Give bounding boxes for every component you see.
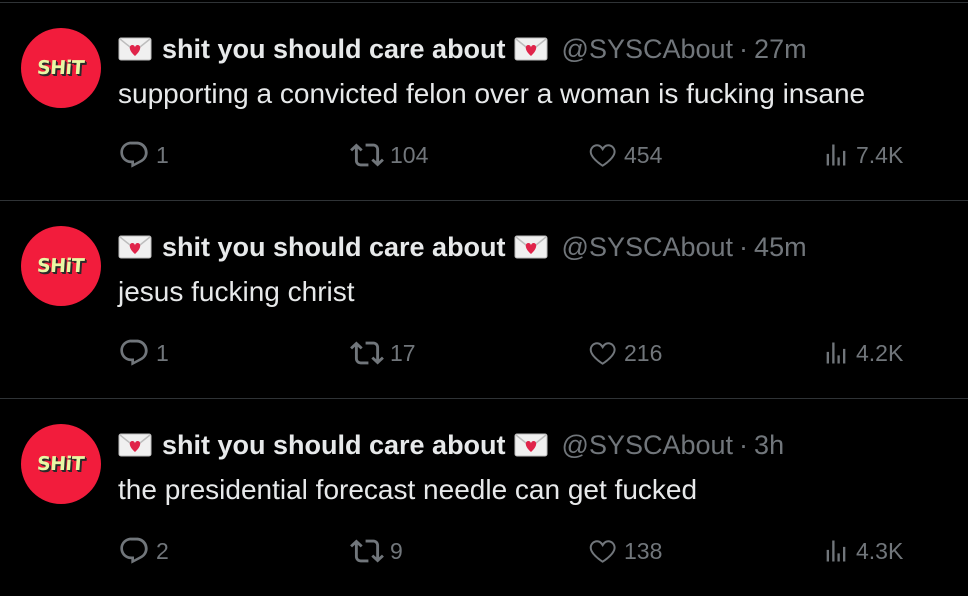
retweet-button[interactable]: 104 xyxy=(350,135,428,175)
tweet-header: shit you should care about @SYSCAbout · … xyxy=(118,427,784,463)
retweet-button[interactable]: 17 xyxy=(350,333,416,373)
love-letter-icon xyxy=(514,433,548,457)
retweet-icon xyxy=(350,539,384,563)
reply-bubble-icon xyxy=(120,537,148,564)
retweet-icon xyxy=(350,341,384,365)
love-letter-icon xyxy=(514,235,548,259)
reply-count: 1 xyxy=(156,141,169,168)
view-count: 4.3K xyxy=(856,537,904,564)
reply-button[interactable]: 2 xyxy=(118,531,169,571)
separator-dot: · xyxy=(739,430,749,460)
tweet[interactable]: SHiT shit you should care about @SYSCAbo… xyxy=(0,398,968,596)
view-count: 4.2K xyxy=(856,339,904,366)
views-bar-chart-icon xyxy=(826,342,846,364)
user-handle[interactable]: @SYSCAbout xyxy=(562,229,734,265)
timestamp[interactable]: 45m xyxy=(754,229,807,265)
reply-count: 1 xyxy=(156,339,169,366)
tweet-actions: 1 17 216 4.2K xyxy=(118,333,928,373)
tweet-actions: 2 9 138 4.3K xyxy=(118,531,928,571)
like-button[interactable]: 216 xyxy=(586,333,662,373)
retweet-count: 104 xyxy=(390,141,429,168)
separator-dot: · xyxy=(739,34,749,64)
heart-icon xyxy=(589,144,616,167)
tweet-text: supporting a convicted felon over a woma… xyxy=(118,78,866,109)
tweet-text: the presidential forecast needle can get… xyxy=(118,474,698,505)
tweet-header: shit you should care about @SYSCAbout · … xyxy=(118,229,807,265)
views-bar-chart-icon xyxy=(826,540,846,562)
retweet-count: 17 xyxy=(390,339,416,366)
reply-button[interactable]: 1 xyxy=(118,135,169,175)
avatar[interactable]: SHiT xyxy=(21,28,101,108)
retweet-button[interactable]: 9 xyxy=(350,531,403,571)
reply-button[interactable]: 1 xyxy=(118,333,169,373)
love-letter-icon xyxy=(118,433,152,457)
separator-dot: · xyxy=(739,232,749,262)
avatar-logo-text: SHiT xyxy=(36,255,86,277)
like-count: 216 xyxy=(624,339,663,366)
avatar[interactable]: SHiT xyxy=(21,226,101,306)
avatar-logo-text: SHiT xyxy=(36,57,86,79)
timeline-feed: SHiT shit you should care about @SYSCAbo… xyxy=(0,0,968,596)
reply-count: 2 xyxy=(156,537,169,564)
like-count: 454 xyxy=(624,141,663,168)
like-count: 138 xyxy=(624,537,663,564)
user-handle[interactable]: @SYSCAbout xyxy=(562,427,734,463)
reply-bubble-icon xyxy=(120,141,148,168)
views-button[interactable]: 4.3K xyxy=(822,531,903,571)
display-name[interactable]: shit you should care about xyxy=(162,229,506,265)
tweet[interactable]: SHiT shit you should care about @SYSCAbo… xyxy=(0,200,968,398)
tweet[interactable]: SHiT shit you should care about @SYSCAbo… xyxy=(0,2,968,200)
user-handle[interactable]: @SYSCAbout xyxy=(562,31,734,67)
views-button[interactable]: 4.2K xyxy=(822,333,903,373)
avatar[interactable]: SHiT xyxy=(21,424,101,504)
timestamp[interactable]: 3h xyxy=(754,427,784,463)
like-button[interactable]: 454 xyxy=(586,135,662,175)
timestamp[interactable]: 27m xyxy=(754,31,807,67)
display-name[interactable]: shit you should care about xyxy=(162,427,506,463)
love-letter-icon xyxy=(514,37,548,61)
tweet-header: shit you should care about @SYSCAbout · … xyxy=(118,31,807,67)
heart-icon xyxy=(589,540,616,563)
retweet-icon xyxy=(350,143,384,167)
heart-icon xyxy=(589,342,616,365)
love-letter-icon xyxy=(118,235,152,259)
display-name[interactable]: shit you should care about xyxy=(162,31,506,67)
love-letter-icon xyxy=(118,37,152,61)
views-bar-chart-icon xyxy=(826,144,846,166)
retweet-count: 9 xyxy=(390,537,403,564)
reply-bubble-icon xyxy=(120,339,148,366)
like-button[interactable]: 138 xyxy=(586,531,662,571)
views-button[interactable]: 7.4K xyxy=(822,135,903,175)
avatar-logo-text: SHiT xyxy=(36,453,86,475)
tweet-actions: 1 104 454 7.4K xyxy=(118,135,928,175)
tweet-text: jesus fucking christ xyxy=(118,276,355,307)
view-count: 7.4K xyxy=(856,141,904,168)
